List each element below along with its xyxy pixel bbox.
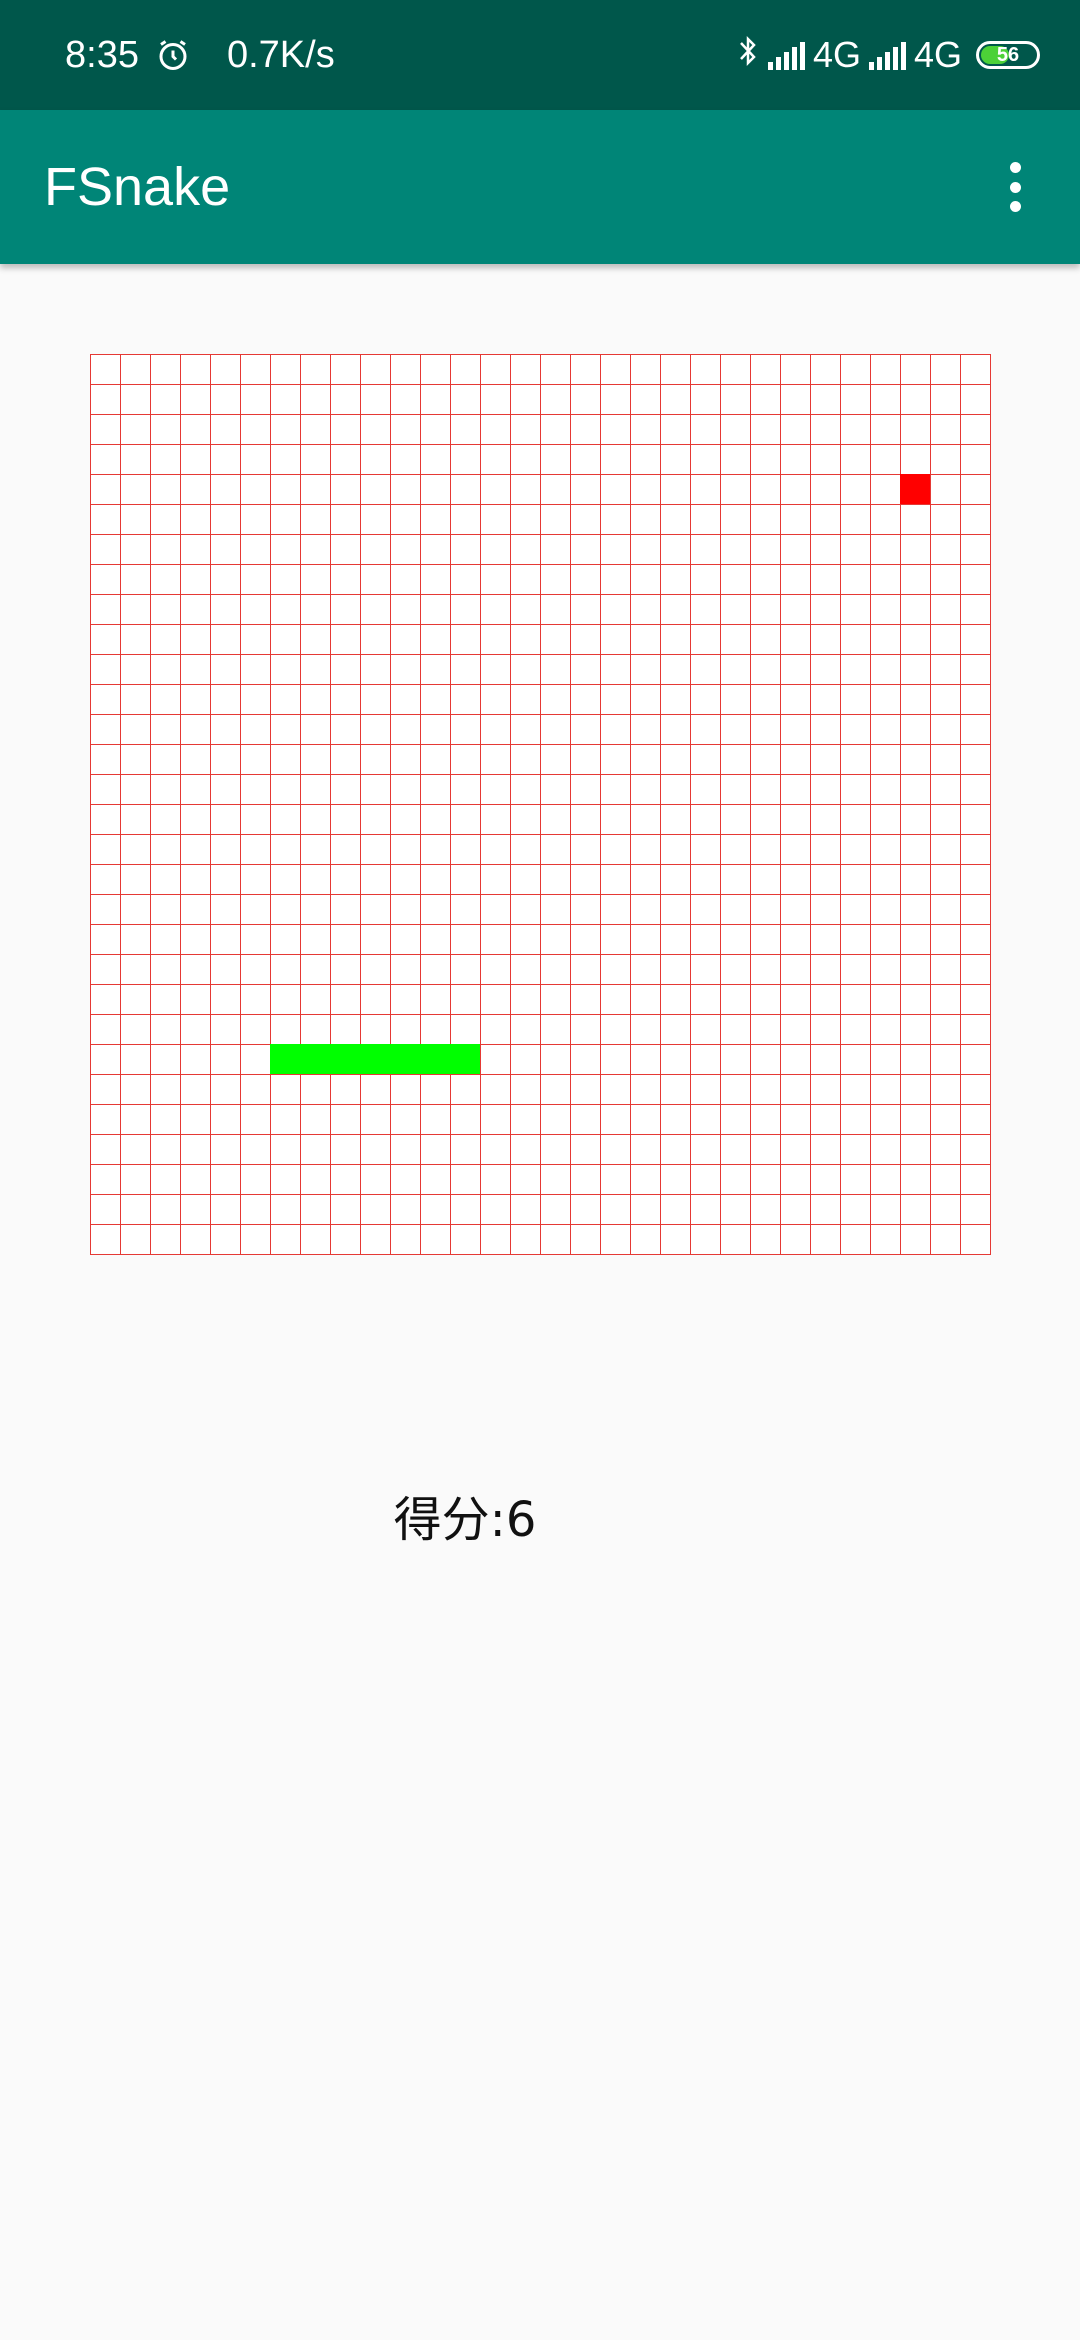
- snake-segment: [270, 1044, 300, 1074]
- app-bar: FSnake: [0, 110, 1080, 264]
- snake-segment: [420, 1044, 450, 1074]
- snake-head: [450, 1044, 480, 1074]
- bluetooth-icon: [736, 33, 760, 78]
- signal-strength-icon-2: [868, 40, 906, 70]
- status-right: 4G 4G 56: [736, 0, 1040, 110]
- snake-segment: [390, 1044, 420, 1074]
- score-label: 得分:6: [393, 1492, 537, 1548]
- game-board[interactable]: [90, 354, 991, 1255]
- signal-strength-icon: [767, 40, 805, 70]
- status-time: 8:35: [65, 33, 139, 76]
- food-item: [900, 474, 930, 504]
- net-speed: 0.7K/s: [226, 33, 335, 76]
- snake-segment: [300, 1044, 330, 1074]
- more-vert-icon[interactable]: [990, 162, 1040, 212]
- status-left: 8:35 0.7K/s: [65, 0, 335, 110]
- alarm-icon: [155, 37, 191, 73]
- network-type-2: 4G: [913, 34, 962, 75]
- battery-icon: 56: [976, 41, 1040, 69]
- status-bar: 8:35 0.7K/s 4G 4G 56: [0, 0, 1080, 110]
- app-title: FSnake: [44, 157, 231, 217]
- snake-segment: [330, 1044, 360, 1074]
- battery-percent: 56: [996, 43, 1020, 66]
- network-type-1: 4G: [812, 34, 861, 75]
- snake-segment: [360, 1044, 390, 1074]
